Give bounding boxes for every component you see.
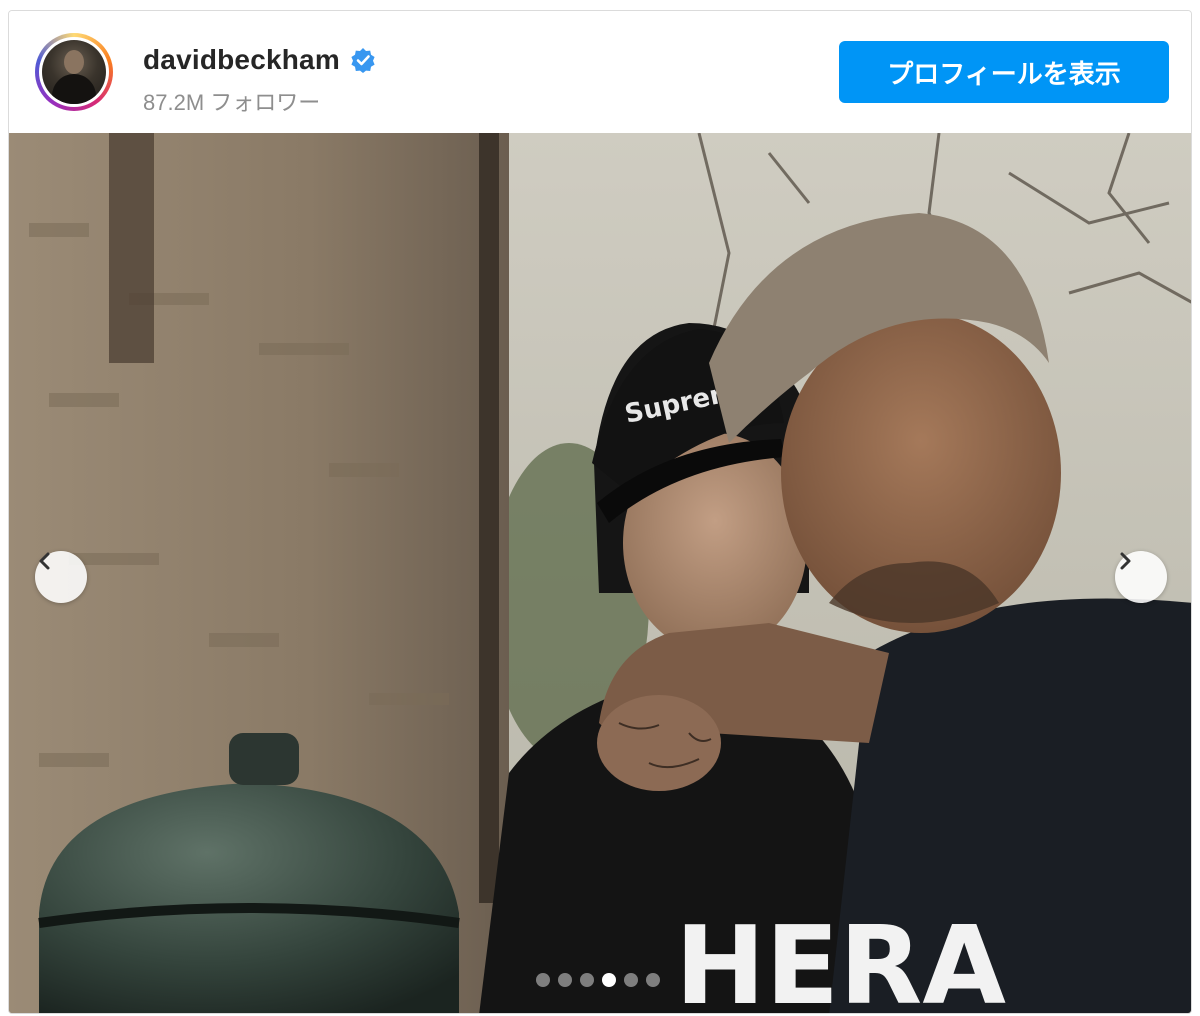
carousel-dot bbox=[536, 973, 550, 987]
photo-illustration: Supreme HERA bbox=[9, 133, 1191, 1014]
follower-count: 87.2M フォロワー bbox=[143, 90, 321, 115]
carousel-prev-button[interactable] bbox=[35, 551, 87, 603]
carousel-dot bbox=[558, 973, 572, 987]
profile-avatar[interactable] bbox=[35, 33, 113, 111]
chevron-right-icon bbox=[1120, 552, 1131, 570]
instagram-embed-card: davidbeckham 87.2M フォロワー プロフィールを表示 Supre… bbox=[8, 10, 1192, 1014]
post-photo: Supreme HERA bbox=[9, 133, 1191, 1014]
carousel-dot bbox=[624, 973, 638, 987]
carousel-dot bbox=[646, 973, 660, 987]
carousel-dot bbox=[580, 973, 594, 987]
avatar-image bbox=[42, 40, 106, 104]
carousel-indicator bbox=[536, 973, 660, 987]
shirt-text: HERA bbox=[675, 904, 1006, 1014]
carousel-dot bbox=[602, 973, 616, 987]
username[interactable]: davidbeckham bbox=[143, 44, 340, 76]
post-header: davidbeckham 87.2M フォロワー プロフィールを表示 bbox=[9, 11, 1191, 133]
view-profile-button[interactable]: プロフィールを表示 bbox=[839, 41, 1169, 103]
carousel-next-button[interactable] bbox=[1115, 551, 1167, 603]
verified-badge-icon bbox=[350, 47, 376, 73]
username-row: davidbeckham bbox=[143, 43, 376, 77]
chevron-left-icon bbox=[39, 552, 50, 570]
